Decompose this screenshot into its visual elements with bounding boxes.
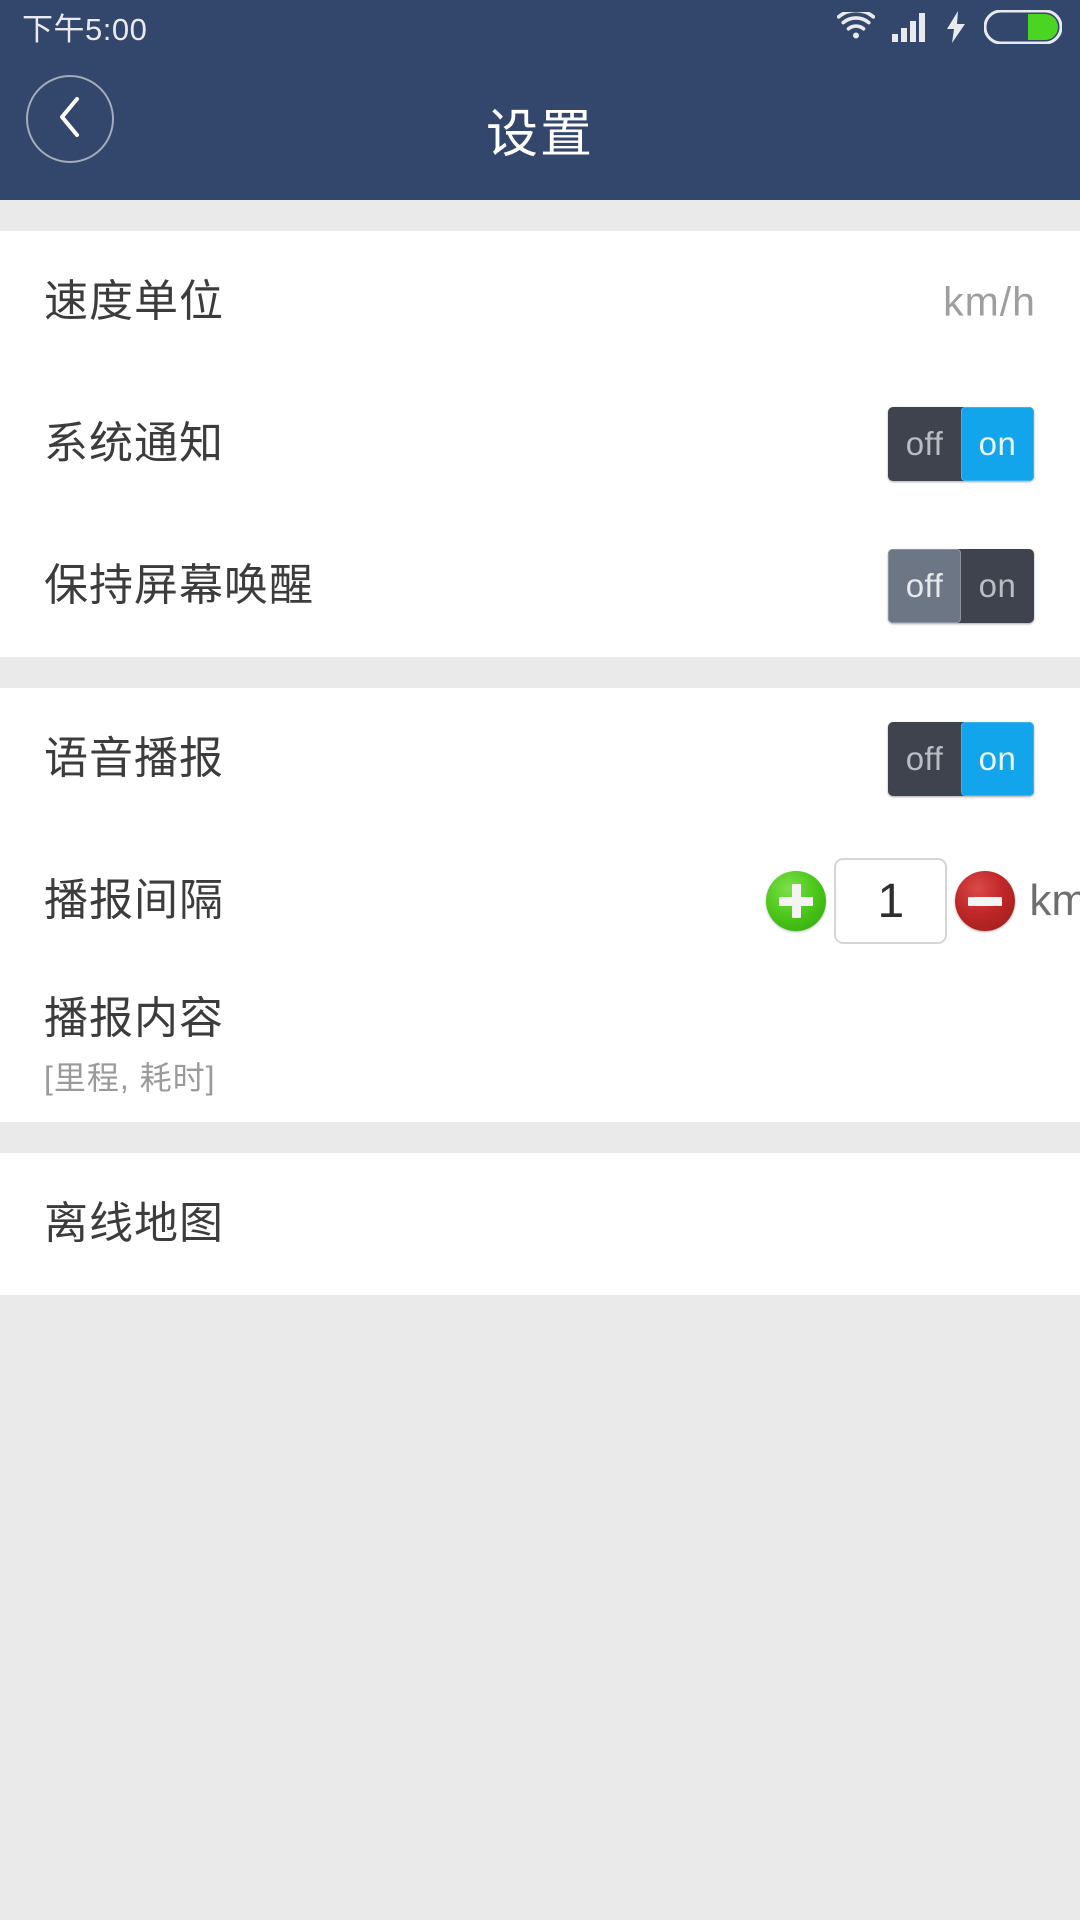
app-header: 下午5:00 设置 <box>0 0 1080 200</box>
toggle-off-label[interactable]: off <box>888 407 961 481</box>
signal-icon <box>892 12 928 47</box>
setting-label: 播报内容 <box>44 994 224 1044</box>
row-label-wrap: 速度单位 <box>44 276 224 326</box>
row-label-wrap: 系统通知 <box>44 418 224 468</box>
section-divider-voice <box>0 657 1080 688</box>
toggle-on-label[interactable]: on <box>961 722 1034 796</box>
toggle-keep-screen-awake[interactable]: off on <box>888 549 1034 623</box>
setting-label: 系统通知 <box>44 418 224 468</box>
toggle-on-label[interactable]: on <box>961 407 1034 481</box>
setting-label: 速度单位 <box>44 276 224 326</box>
row-label-wrap: 播报间隔 <box>44 875 224 925</box>
status-bar-time: 下午5:00 <box>22 11 148 47</box>
setting-row-system-notification[interactable]: 系统通知 off on <box>0 373 1080 515</box>
plus-glyph <box>779 884 814 918</box>
settings-section-general: 速度单位 km/h 系统通知 off on 保持屏幕唤醒 off on <box>0 231 1080 657</box>
row-label-wrap: 播报内容 [里程, 耗时] <box>44 994 224 1098</box>
setting-label: 保持屏幕唤醒 <box>44 560 314 610</box>
row-label-wrap: 离线地图 <box>44 1198 224 1248</box>
toggle-voice-broadcast[interactable]: off on <box>888 722 1034 796</box>
toggle-off-label[interactable]: off <box>888 722 961 796</box>
section-divider-map <box>0 1122 1080 1153</box>
row-label-wrap: 语音播报 <box>44 733 224 783</box>
toggle-on-label[interactable]: on <box>961 549 1034 623</box>
settings-section-map: 离线地图 <box>0 1153 1080 1295</box>
setting-label: 离线地图 <box>44 1198 224 1248</box>
toggle-off-label[interactable]: off <box>888 549 961 623</box>
status-bar: 下午5:00 <box>0 0 1080 58</box>
setting-row-speed-unit[interactable]: 速度单位 km/h <box>0 231 1080 373</box>
setting-row-offline-map[interactable]: 离线地图 <box>0 1153 1080 1295</box>
row-label-wrap: 保持屏幕唤醒 <box>44 560 314 610</box>
charging-bolt-icon <box>945 10 967 48</box>
interval-input[interactable]: 1 <box>834 858 948 944</box>
status-bar-icons <box>836 8 1063 49</box>
plus-circle-icon[interactable] <box>766 871 827 931</box>
battery-icon <box>983 9 1063 49</box>
settings-screen: 下午5:00 设置 速度单位 km/h 系统通知 off on 保持屏幕唤醒 o… <box>0 0 1080 1920</box>
navigation-bar: 设置 <box>0 58 1080 200</box>
page-title: 设置 <box>485 105 594 164</box>
wifi-icon <box>836 8 876 47</box>
minus-circle-icon[interactable] <box>955 871 1016 931</box>
setting-row-voice-broadcast[interactable]: 语音播报 off on <box>0 688 1080 830</box>
broadcast-interval-stepper: 1 km <box>766 858 1080 944</box>
section-divider-top <box>0 200 1080 231</box>
toggle-system-notification[interactable]: off on <box>888 407 1034 481</box>
setting-label: 播报间隔 <box>44 875 224 925</box>
setting-sublabel: [里程, 耗时] <box>44 1059 216 1096</box>
setting-row-keep-screen-awake[interactable]: 保持屏幕唤醒 off on <box>0 515 1080 657</box>
settings-section-voice: 语音播报 off on 播报间隔 1 km 播报内容 [里程, 耗时] <box>0 688 1080 1122</box>
setting-label: 语音播报 <box>44 733 224 783</box>
speed-unit-value: km/h <box>943 278 1036 325</box>
interval-unit-label: km <box>1029 876 1080 925</box>
setting-row-broadcast-content[interactable]: 播报内容 [里程, 耗时] <box>0 972 1080 1122</box>
setting-row-broadcast-interval[interactable]: 播报间隔 1 km <box>0 830 1080 972</box>
